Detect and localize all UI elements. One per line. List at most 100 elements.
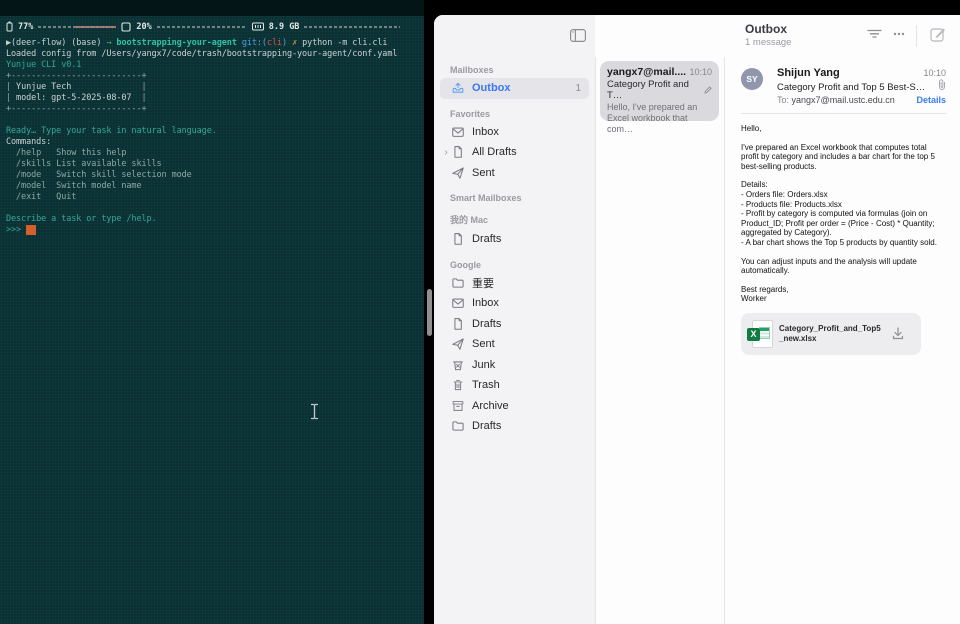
sidebar-section-header: Smart Mailboxes (450, 193, 522, 203)
sidebar-item-drafts-google[interactable]: Drafts (440, 314, 589, 335)
sidebar-item-inbox-favorites[interactable]: Inbox (440, 122, 589, 143)
recipient-address: yangx7@mail.ustc.edu.cn (791, 95, 895, 105)
draft-pencil-icon (704, 86, 712, 94)
message-to-row: To: yangx7@mail.ustc.edu.cn (777, 95, 895, 105)
sidebar-item-drafts-folder[interactable]: Drafts (440, 416, 589, 437)
sidebar-item-sent-google[interactable]: Sent (440, 334, 589, 355)
sidebar-item-label: Drafts (472, 317, 502, 330)
sidebar-item-label: Trash (472, 379, 500, 392)
mailbox-message-count: 1 message (745, 37, 792, 48)
sidebar-toggle-icon[interactable] (570, 29, 586, 42)
doc-icon (450, 317, 466, 331)
outbox-icon (450, 81, 466, 95)
compose-icon[interactable] (930, 27, 946, 42)
junk-icon (450, 358, 466, 372)
inbox-icon (450, 125, 466, 139)
excel-file-icon: X (747, 319, 773, 349)
attachment-chip[interactable]: X Category_Profit_and_Top5_new.xlsx (741, 312, 921, 355)
battery-percent: 77% (18, 21, 34, 32)
sidebar-item-junk[interactable]: Junk (440, 355, 589, 376)
trash-icon (450, 378, 466, 392)
more-options-icon[interactable] (892, 29, 906, 39)
sidebar-item-label: Sent (472, 166, 495, 179)
download-attachment-icon[interactable] (889, 325, 907, 343)
details-link[interactable]: Details (916, 95, 946, 105)
header-separator (741, 113, 946, 114)
sidebar-item-all-drafts[interactable]: › All Drafts (440, 142, 589, 163)
body-paragraph: Details: - Orders file: Orders.xlsx - Pr… (741, 180, 937, 247)
sidebar-item-label: Inbox (472, 297, 499, 310)
screen: 77% 20% 8.9 GB ▶(deer-flow) (base) → boo… (0, 0, 960, 624)
memory-icon (251, 22, 264, 31)
doc-icon (450, 145, 466, 159)
memory-amount: 8.9 GB (268, 21, 300, 32)
battery-icon (6, 21, 13, 32)
paperclip-icon (938, 79, 946, 90)
folder-icon (450, 419, 466, 433)
sidebar-item-label: Junk (472, 358, 496, 371)
body-paragraph: You can adjust inputs and the analysis w… (741, 256, 917, 276)
sidebar-section-header: Favorites (450, 108, 491, 119)
mail-toolbar: Outbox 1 message » (595, 15, 960, 57)
terminal-top-strip (0, 0, 424, 16)
cpu-percent: 20% (136, 21, 152, 32)
list-item-preview: Hello, I've prepared an Excel workbook t… (607, 102, 698, 134)
mailbox-title: Outbox (745, 22, 787, 36)
sidebar-section-header: 我的 Mac (450, 215, 489, 225)
terminal-window[interactable]: 77% 20% 8.9 GB ▶(deer-flow) (base) → boo… (0, 0, 432, 624)
cpu-icon (121, 21, 131, 32)
body-paragraph: Hello, (741, 124, 762, 133)
avatar: SY (741, 68, 763, 90)
list-item-sender: yangx7@mail.... (607, 66, 687, 78)
message-list: yangx7@mail.... 10:10 Category Profit an… (595, 57, 725, 624)
message-list-item[interactable]: yangx7@mail.... 10:10 Category Profit an… (600, 61, 719, 134)
toolbar-divider (916, 25, 917, 47)
sidebar-item-sent-favorites[interactable]: Sent (440, 163, 589, 184)
sidebar-item-trash[interactable]: Trash (440, 375, 589, 396)
archive-icon (450, 399, 466, 413)
mail-sidebar: Mailboxes Outbox 1 Favorites Inbox › All Draft… (434, 15, 595, 624)
text-cursor-icon (311, 403, 318, 420)
attachment-filename: Category_Profit_and_Top5_new.xlsx (779, 323, 881, 343)
sidebar-section-header: Mailboxes (450, 65, 494, 75)
battery-meter (38, 25, 117, 28)
sidebar-item-important[interactable]: 重要 (440, 273, 589, 294)
cpu-meter (156, 25, 247, 28)
filter-icon[interactable] (867, 27, 882, 40)
chevron-right-icon[interactable]: › (442, 147, 450, 158)
sent-icon (450, 166, 466, 180)
terminal-output: ▶(deer-flow) (base) → bootstrapping-your… (6, 38, 398, 235)
list-item-subject: Category Profit and T… (607, 79, 689, 101)
sidebar-item-label: 重要 (472, 277, 494, 290)
message-body: Hello, I've prepared an Excel workbook th… (741, 124, 946, 304)
sidebar-item-archive[interactable]: Archive (440, 396, 589, 417)
message-sender: Shijun Yang (777, 67, 840, 79)
memory-meter (304, 25, 401, 28)
sidebar-item-label: Sent (472, 338, 495, 351)
message-time: 10:10 (923, 68, 946, 78)
message-subject: Category Profit and Top 5 Best-S… (777, 82, 926, 93)
sidebar-item-outbox[interactable]: Outbox 1 (440, 78, 589, 99)
sidebar-item-label: Inbox (472, 125, 499, 138)
body-paragraph: Best regards, Worker (741, 284, 789, 304)
message-header: SY Shijun Yang 10:10 Category Profit and… (725, 57, 960, 105)
sidebar-item-label: Outbox (472, 82, 511, 95)
sent-icon (450, 337, 466, 351)
mail-window: Mailboxes Outbox 1 Favorites Inbox › All Draft… (434, 15, 960, 624)
sidebar-section-header: Google (450, 259, 481, 270)
sidebar-item-label: All Drafts (472, 146, 517, 159)
folder-icon (450, 276, 466, 290)
terminal-scrollbar[interactable] (427, 289, 432, 336)
doc-icon (450, 232, 466, 246)
mailbox-title-block: Outbox 1 message (745, 22, 855, 48)
inbox-icon (450, 296, 466, 310)
sidebar-item-label: Archive (472, 399, 509, 412)
reading-pane: SY Shijun Yang 10:10 Category Profit and… (725, 57, 960, 624)
terminal-status-bar: 77% 20% 8.9 GB (6, 20, 420, 33)
sidebar-item-label: Drafts (472, 420, 502, 433)
sidebar-item-drafts-local[interactable]: Drafts (440, 229, 589, 250)
unread-count-badge: 1 (575, 82, 581, 94)
list-item-time: 10:10 (689, 67, 712, 77)
sidebar-item-inbox-google[interactable]: Inbox (440, 293, 589, 314)
body-paragraph: I've prepared an Excel workbook that com… (741, 142, 935, 171)
